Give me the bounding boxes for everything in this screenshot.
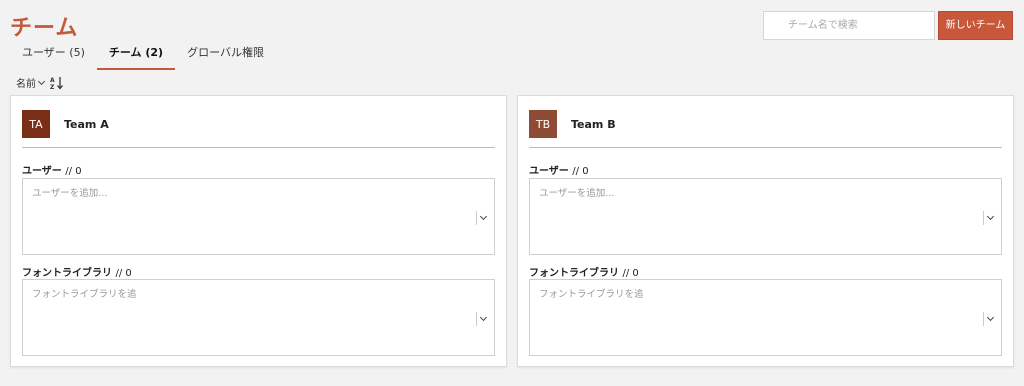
add-font-libraries-placeholder: フォントライブラリを追	[32, 289, 137, 300]
add-font-libraries-input[interactable]: フォントライブラリを追	[22, 279, 495, 356]
svg-text:A: A	[50, 77, 55, 84]
sort-field-select[interactable]: 名前	[16, 75, 46, 90]
sort-field-label: 名前	[16, 79, 36, 90]
team-card: TB Team B ユーザー // 0 ユーザーを追加... フォントライブラリ…	[517, 95, 1014, 367]
fonts-count: // 0	[115, 268, 132, 279]
new-team-button[interactable]: 新しいチーム	[938, 11, 1013, 40]
tab-users[interactable]: ユーザー (5)	[10, 42, 97, 70]
tab-global-permissions[interactable]: グローバル権限	[175, 42, 276, 70]
add-users-placeholder: ユーザーを追加...	[539, 188, 615, 199]
add-users-input[interactable]: ユーザーを追加...	[529, 178, 1002, 255]
add-users-input[interactable]: ユーザーを追加...	[22, 178, 495, 255]
fonts-field-label: フォントライブラリ // 0	[22, 264, 132, 279]
svg-text:Z: Z	[50, 84, 55, 90]
users-label: ユーザー	[22, 166, 62, 177]
team-search-input[interactable]	[763, 11, 935, 40]
team-card-header: TA Team A	[22, 110, 495, 148]
tab-teams[interactable]: チーム (2)	[96, 42, 176, 70]
tab-bar: ユーザー (5) チーム (2) グローバル権限	[10, 42, 276, 70]
add-users-placeholder: ユーザーを追加...	[32, 188, 108, 199]
team-name: Team B	[571, 118, 616, 131]
add-font-libraries-input[interactable]: フォントライブラリを追	[529, 279, 1002, 356]
users-count: // 0	[572, 166, 589, 177]
fonts-count: // 0	[622, 268, 639, 279]
chevron-down-icon[interactable]	[983, 312, 995, 326]
users-label: ユーザー	[529, 166, 569, 177]
chevron-down-icon[interactable]	[476, 312, 488, 326]
page-title: チーム	[10, 16, 79, 41]
team-avatar: TA	[22, 110, 50, 138]
team-avatar: TB	[529, 110, 557, 138]
team-name: Team A	[64, 118, 109, 131]
team-card-header: TB Team B	[529, 110, 1002, 148]
fonts-label: フォントライブラリ	[529, 268, 619, 279]
users-field-label: ユーザー // 0	[22, 162, 82, 177]
fonts-label: フォントライブラリ	[22, 268, 112, 279]
team-card: TA Team A ユーザー // 0 ユーザーを追加... フォントライブラリ…	[10, 95, 507, 367]
sort-bar: 名前 A Z	[16, 75, 64, 90]
users-field-label: ユーザー // 0	[529, 162, 589, 177]
chevron-down-icon[interactable]	[983, 211, 995, 225]
sort-az-icon[interactable]: A Z	[50, 76, 64, 90]
add-font-libraries-placeholder: フォントライブラリを追	[539, 289, 644, 300]
fonts-field-label: フォントライブラリ // 0	[529, 264, 639, 279]
chevron-down-icon[interactable]	[476, 211, 488, 225]
users-count: // 0	[65, 166, 82, 177]
chevron-down-icon	[37, 77, 46, 85]
